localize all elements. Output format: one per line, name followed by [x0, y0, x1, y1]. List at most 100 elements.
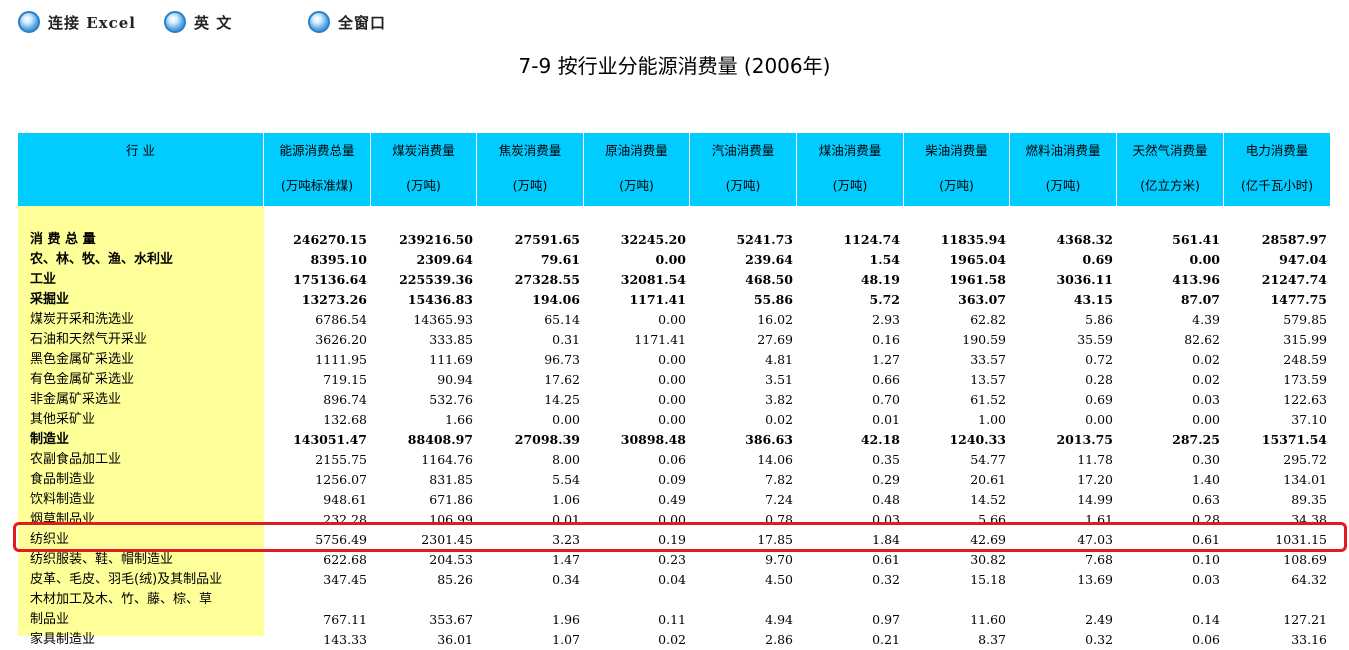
- table-cell: 0.61: [872, 552, 900, 567]
- table-cell: 17.20: [1077, 472, 1113, 487]
- table-cell: 32245.20: [620, 232, 686, 247]
- row-label: 食品制造业: [30, 472, 96, 487]
- table-cell: 20.61: [970, 472, 1006, 487]
- table-cell: 87.07: [1180, 292, 1220, 307]
- table-cell: 14.52: [970, 492, 1006, 507]
- full-window-button[interactable]: 全窗口: [308, 9, 386, 35]
- table-cell: 1171.41: [629, 292, 686, 307]
- table-cell: 32081.54: [620, 272, 686, 287]
- table-cell: 173.59: [1283, 372, 1327, 387]
- table-cell: 1961.58: [949, 272, 1006, 287]
- column-header: 煤炭消费量 (万吨): [371, 133, 477, 206]
- table-row: 有色金属矿采选业 719.15 90.94 17.62 0.00 3.51 0.66 13.5…: [18, 370, 1331, 390]
- table-cell: 13273.26: [301, 292, 367, 307]
- table-row: 农、林、牧、渔、水利业 8395.10 2309.64 79.61 0.00 239.64…: [18, 250, 1331, 270]
- table-cell: 948.61: [323, 492, 367, 507]
- row-label: 饮料制造业: [30, 492, 96, 507]
- table-cell: 0.10: [1192, 552, 1220, 567]
- table-cell: 0.00: [658, 392, 686, 407]
- table-cell: 62.82: [970, 312, 1006, 327]
- table-cell: 17.85: [757, 532, 793, 547]
- table-cell: 11835.94: [940, 232, 1006, 247]
- row-label: 制造业: [30, 432, 70, 447]
- table-cell: 315.99: [1283, 332, 1327, 347]
- table-cell: 1.27: [872, 352, 900, 367]
- table-cell: 89.35: [1291, 492, 1327, 507]
- table-cell: 27098.39: [514, 432, 580, 447]
- table-cell: 1.66: [445, 412, 473, 427]
- table-cell: 0.00: [658, 312, 686, 327]
- table-cell: 0.34: [552, 572, 580, 587]
- table-cell: 386.63: [745, 432, 793, 447]
- table-row: 纺织业 5756.49 2301.45 3.23 0.19 17.85 1.84 42.69 4…: [18, 530, 1331, 550]
- column-header-unit: (亿千瓦小时): [1240, 178, 1314, 193]
- row-label: 纺织服装、鞋、帽制造业: [30, 552, 174, 567]
- table-cell: [477, 590, 580, 610]
- table-cell: 122.63: [1283, 392, 1327, 407]
- table-cell: [264, 590, 367, 610]
- table-cell: 4.50: [765, 572, 793, 587]
- table-cell: 9.70: [765, 552, 793, 567]
- table-cell: 61.52: [970, 392, 1006, 407]
- table-row: 制造业 143051.47 88408.97 27098.39 30898.48 386.…: [18, 430, 1331, 450]
- table-cell: 0.49: [658, 492, 686, 507]
- english-button[interactable]: 英 文: [164, 9, 232, 35]
- table-cell: 0.97: [872, 612, 900, 627]
- table-cell: 363.07: [958, 292, 1006, 307]
- table-row: 家具制造业 143.33 36.01 1.07 0.02 2.86 0.21 8.37 0.32…: [18, 630, 1331, 650]
- table-cell: 108.69: [1283, 552, 1327, 567]
- link-excel-button[interactable]: 连接 Excel: [18, 9, 136, 35]
- energy-table: 行 业 能源消费总量 (万吨标准煤) 煤炭消费量 (万吨) 焦炭消费量 (万吨) 原油消费量 (…: [18, 133, 1331, 647]
- table-cell: 248.59: [1283, 352, 1327, 367]
- row-label: 纺织业: [30, 532, 70, 547]
- table-cell: 239.64: [745, 252, 793, 267]
- table-cell: [904, 590, 1006, 610]
- column-header-unit: (万吨): [725, 178, 761, 193]
- table-cell: 0.00: [1189, 252, 1220, 267]
- link-excel-label: 连接 Excel: [48, 13, 136, 32]
- table-cell: 2.49: [1085, 612, 1113, 627]
- table-cell: 0.00: [1085, 412, 1113, 427]
- row-label: 工业: [30, 272, 57, 287]
- table-cell: [1224, 590, 1327, 610]
- table-cell: 0.28: [1192, 512, 1220, 527]
- table-cell: 246270.15: [293, 232, 367, 247]
- table-cell: 3.51: [765, 372, 793, 387]
- table-cell: 0.01: [872, 412, 900, 427]
- table-cell: 1.54: [869, 252, 900, 267]
- column-header-unit: (亿立方米): [1140, 178, 1200, 193]
- column-header-title: 柴油消费量: [925, 143, 988, 158]
- column-header: 行 业: [18, 133, 264, 206]
- table-cell: [1117, 590, 1220, 610]
- table-cell: 287.25: [1172, 432, 1220, 447]
- table-cell: 0.66: [872, 372, 900, 387]
- table-cell: 85.26: [437, 572, 473, 587]
- table-cell: 175136.64: [293, 272, 367, 287]
- blue-orb-icon: [308, 11, 330, 33]
- table-cell: 413.96: [1172, 272, 1220, 287]
- top-toolbar: 连接 Excel 英 文 全窗口: [0, 0, 1349, 42]
- column-header: 电力消费量 (亿千瓦小时): [1224, 133, 1331, 206]
- table-cell: 15436.83: [407, 292, 473, 307]
- table-row: 消 费 总 量 246270.15 239216.50 27591.65 32245.2…: [18, 230, 1331, 250]
- table-cell: 64.32: [1291, 572, 1327, 587]
- table-cell: 0.03: [1192, 572, 1220, 587]
- table-cell: 134.01: [1283, 472, 1327, 487]
- full-window-label: 全窗口: [338, 13, 387, 32]
- table-cell: 14365.93: [413, 312, 473, 327]
- row-label: 制品业: [30, 612, 70, 627]
- blue-orb-icon: [164, 11, 186, 33]
- table-cell: 143051.47: [293, 432, 367, 447]
- table-cell: 3626.20: [315, 332, 367, 347]
- table-cell: 0.29: [872, 472, 900, 487]
- table-row: 非金属矿采选业 896.74 532.76 14.25 0.00 3.82 0.70 61.5…: [18, 390, 1331, 410]
- table-cell: 1031.15: [1275, 532, 1327, 547]
- table-cell: 1240.33: [949, 432, 1006, 447]
- column-header-unit: (万吨标准煤): [280, 178, 354, 193]
- table-cell: 88408.97: [407, 432, 473, 447]
- table-cell: 719.15: [323, 372, 367, 387]
- row-label: 采掘业: [30, 292, 70, 307]
- table-cell: 767.11: [323, 612, 367, 627]
- table-cell: 0.72: [1085, 352, 1113, 367]
- row-label: 非金属矿采选业: [30, 392, 122, 407]
